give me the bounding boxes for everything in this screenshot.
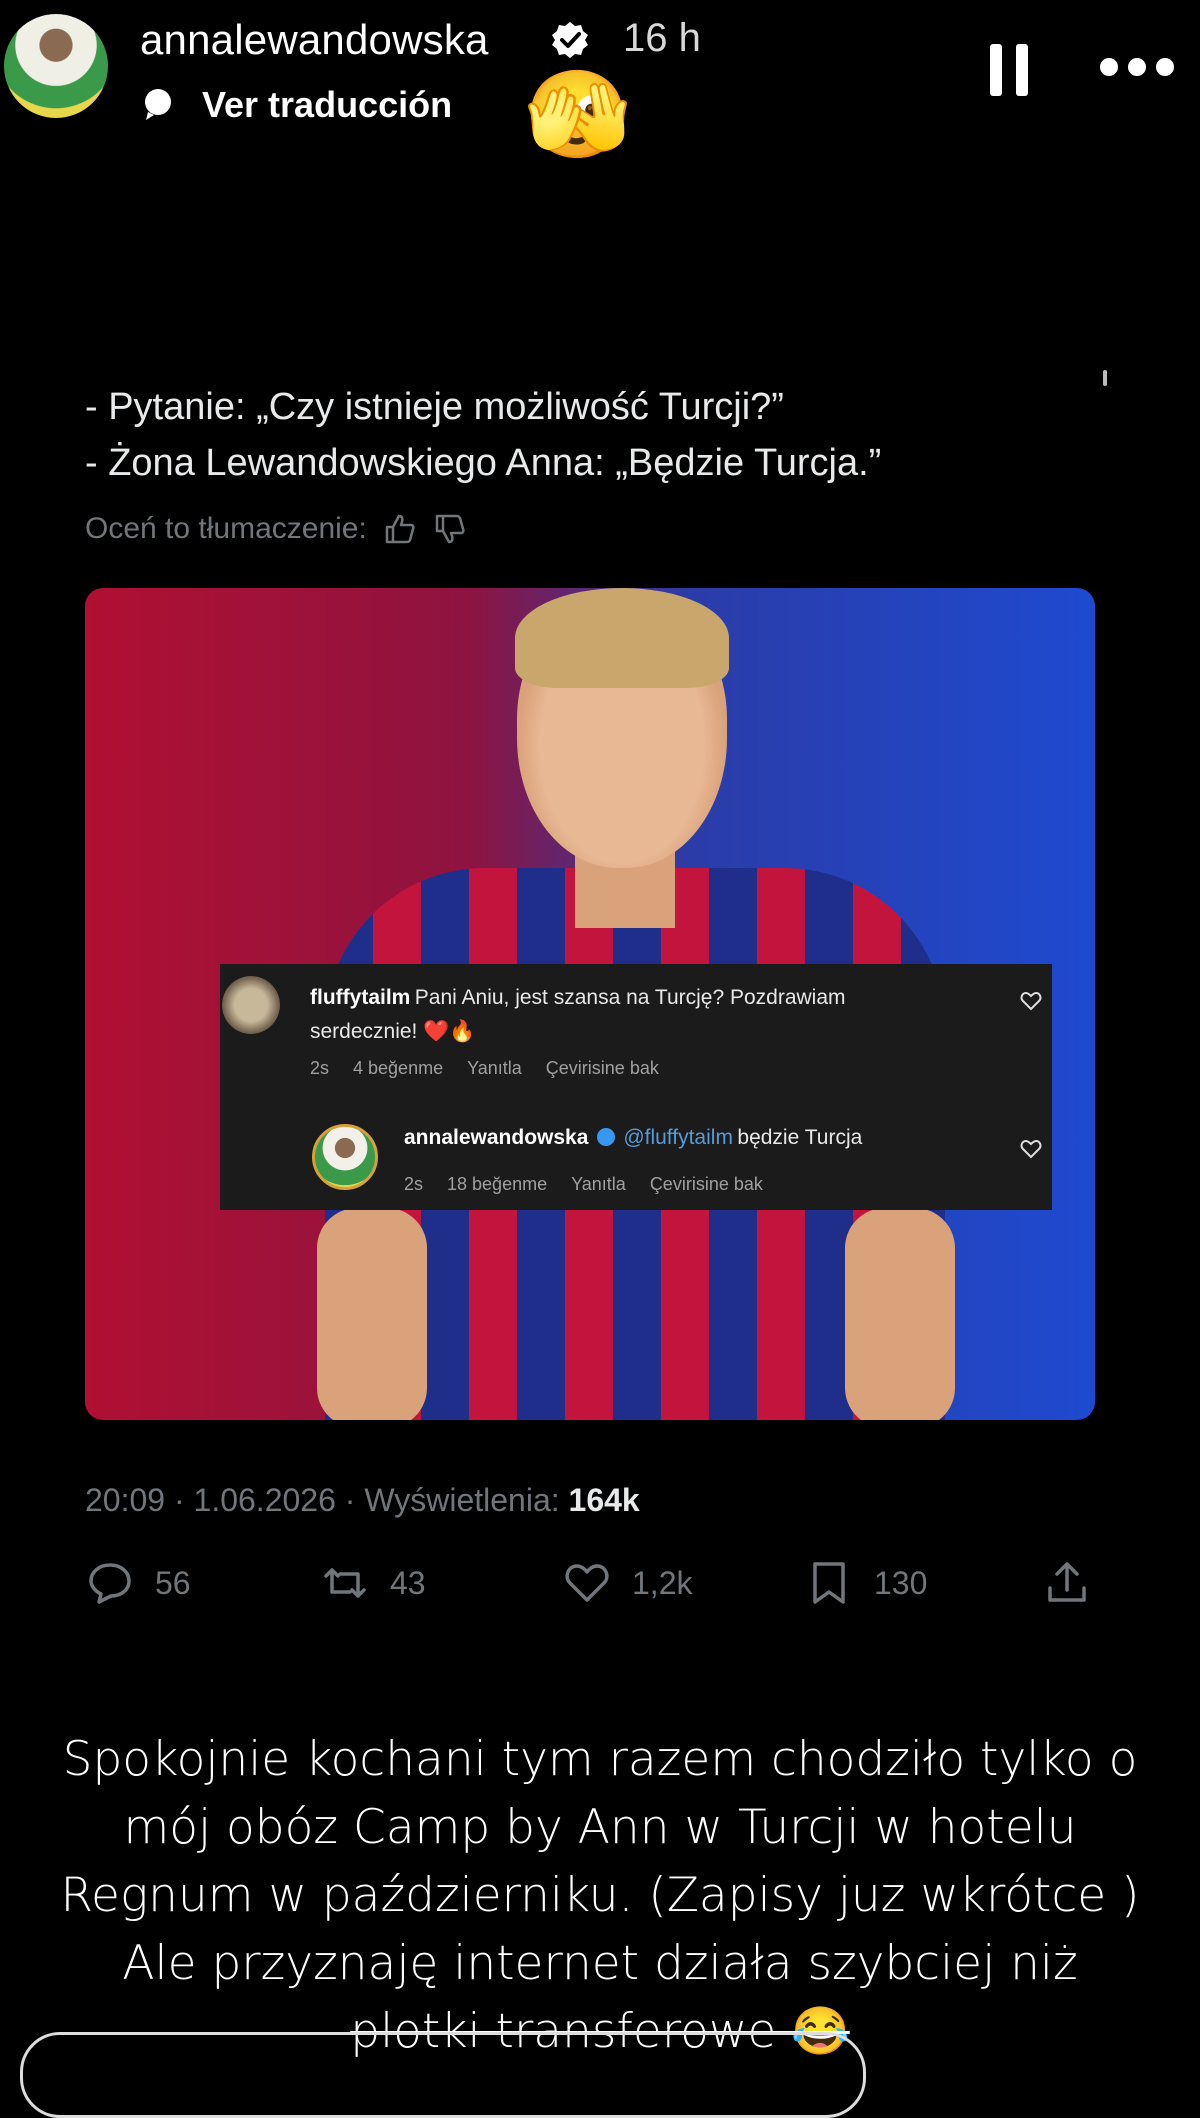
heart-outline-icon [1020, 1139, 1042, 1159]
rate-translation-row: Oceń to tłumaczenie: [85, 512, 467, 546]
thumbs-down-icon[interactable] [433, 512, 467, 546]
tweet-line-1: - Pytanie: „Czy istnieje możliwość Turcj… [85, 386, 784, 428]
share-icon [1048, 1562, 1086, 1602]
reply-avatar [312, 1124, 378, 1190]
photo-right-arm [845, 1208, 955, 1420]
comment-2-meta: 2s 18 beğenme Yanıtla Çevirisine bak [404, 1174, 763, 1195]
thumbs-up-icon[interactable] [383, 512, 417, 546]
comment-1-text-line1: Pani Aniu, jest szansa na Turcję? Pozdra… [414, 986, 846, 1009]
comment-1-text-line2: serdecznie! ❤️🔥 [310, 1020, 476, 1043]
tweet-timestamp-text: 20:09 · 1.06.2026 · Wyświetlenia: [85, 1482, 560, 1518]
emoji-sticker: 🫣 [524, 67, 632, 163]
comment-1-translate: Çevirisine bak [545, 1058, 659, 1078]
more-icon[interactable] [1100, 58, 1176, 80]
like-stat[interactable]: 1,2k [562, 1558, 692, 1608]
comment-1-body: fluffytailm Pani Aniu, jest szansa na Tu… [310, 982, 1000, 1050]
verified-badge-icon [552, 22, 588, 58]
story-time: 16 h [623, 16, 701, 60]
scroll-indicator [1103, 370, 1107, 386]
verified-badge-icon [596, 1128, 615, 1146]
comment-1-age: 2s [310, 1058, 330, 1078]
comment-1-reply: Yanıtla [467, 1058, 522, 1078]
comment-2-text: będzie Turcja [737, 1126, 863, 1149]
photo-left-arm [317, 1208, 427, 1420]
reply-count: 56 [155, 1564, 191, 1601]
comment-2-translate: Çevirisine bak [649, 1174, 763, 1194]
retweet-icon [324, 1568, 366, 1598]
translate-bubble-icon [145, 89, 171, 120]
comment-2-mention: @fluffytailm [623, 1126, 733, 1149]
heart-outline-icon [1020, 991, 1042, 1011]
comment-1-username: fluffytailm [310, 986, 411, 1009]
story-reply-field[interactable] [20, 2032, 866, 2118]
caption-line-4: Ale przyznaję internet działa szybciej n… [122, 1936, 1078, 1991]
profile-avatar[interactable] [4, 14, 108, 118]
caption-line-1: Spokojnie kochani tym razem chodziło tyl… [62, 1732, 1138, 1787]
bookmark-count: 130 [874, 1564, 928, 1601]
retweet-count: 43 [390, 1564, 426, 1601]
like-count: 1,2k [632, 1564, 693, 1601]
tweet-timestamp: 20:09 · 1.06.2026 · Wyświetlenia: 164k [85, 1482, 640, 1519]
like-icon [565, 1564, 609, 1602]
comment-2-likes: 18 beğenme [447, 1174, 548, 1194]
bookmark-stat[interactable]: 130 [804, 1558, 927, 1608]
bookmark-icon [813, 1562, 845, 1604]
retweet-stat[interactable]: 43 [320, 1558, 426, 1608]
caption-line-2: mój obóz Camp by Ann w Turcji w hotelu [123, 1800, 1077, 1855]
comment-2-age: 2s [404, 1174, 424, 1194]
reply-stat[interactable]: 56 [85, 1558, 191, 1608]
reply-icon [89, 1563, 131, 1604]
share-button[interactable] [1042, 1558, 1092, 1608]
comment-2-body: annalewandowska @fluffytailm będzie Turc… [404, 1126, 862, 1150]
tweet-views: 164k [568, 1482, 640, 1518]
tweet-line-2: - Żona Lewandowskiego Anna: „Będzie Turc… [85, 442, 882, 484]
caption-line-3: Regnum w październiku. (Zapisy juz wkrót… [60, 1868, 1140, 1923]
rate-translation-label: Oceń to tłumaczenie: [85, 512, 367, 545]
photo-hair [515, 588, 729, 688]
pause-icon[interactable] [990, 44, 1030, 96]
commenter-avatar [222, 976, 280, 1034]
comment-2-reply: Yanıtla [571, 1174, 626, 1194]
comment-1-meta: 2s 4 beğenme Yanıtla Çevirisine bak [310, 1058, 659, 1079]
comment-1-likes: 4 beğenme [353, 1058, 444, 1078]
story-caption: Spokojnie kochani tym razem chodziło tyl… [0, 1726, 1200, 2066]
comment-2-username: annalewandowska [404, 1126, 589, 1149]
see-translation-button[interactable]: Ver traducción [202, 84, 452, 126]
story-username[interactable]: annalewandowska [140, 16, 489, 64]
